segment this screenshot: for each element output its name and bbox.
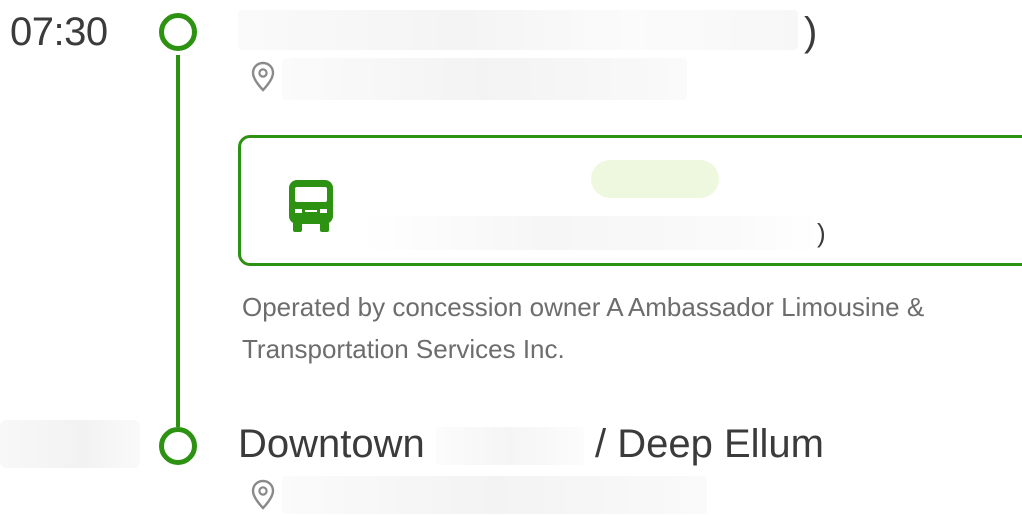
timeline-connector <box>176 55 180 427</box>
end-stop-address <box>282 476 707 514</box>
transit-leg-card[interactable]: ) <box>238 135 1022 266</box>
start-stop-marker <box>159 13 197 51</box>
location-pin-icon <box>251 479 275 510</box>
transit-leg-details <box>361 216 821 250</box>
operator-note: Operated by concession owner A Ambassado… <box>242 292 925 364</box>
end-stop-name-right: / Deep Ellum <box>595 422 824 466</box>
start-stop-address <box>282 58 687 100</box>
location-pin-icon <box>251 61 275 92</box>
redacted-stop-name <box>435 427 584 466</box>
start-stop-name[interactable]: ) <box>238 10 828 56</box>
redacted-stop-name <box>238 10 798 50</box>
end-stop-name[interactable]: Downtown / Deep Ellum <box>238 422 824 467</box>
end-stop-name-left: Downtown <box>238 422 425 466</box>
stop-name-tail: ) <box>804 10 818 54</box>
arrival-time-redacted <box>0 420 140 468</box>
bus-icon <box>289 180 333 232</box>
transit-leg-tail: ) <box>817 218 826 248</box>
route-badge <box>591 160 719 198</box>
departure-time: 07:30 <box>10 10 108 54</box>
end-stop-marker <box>159 427 197 465</box>
